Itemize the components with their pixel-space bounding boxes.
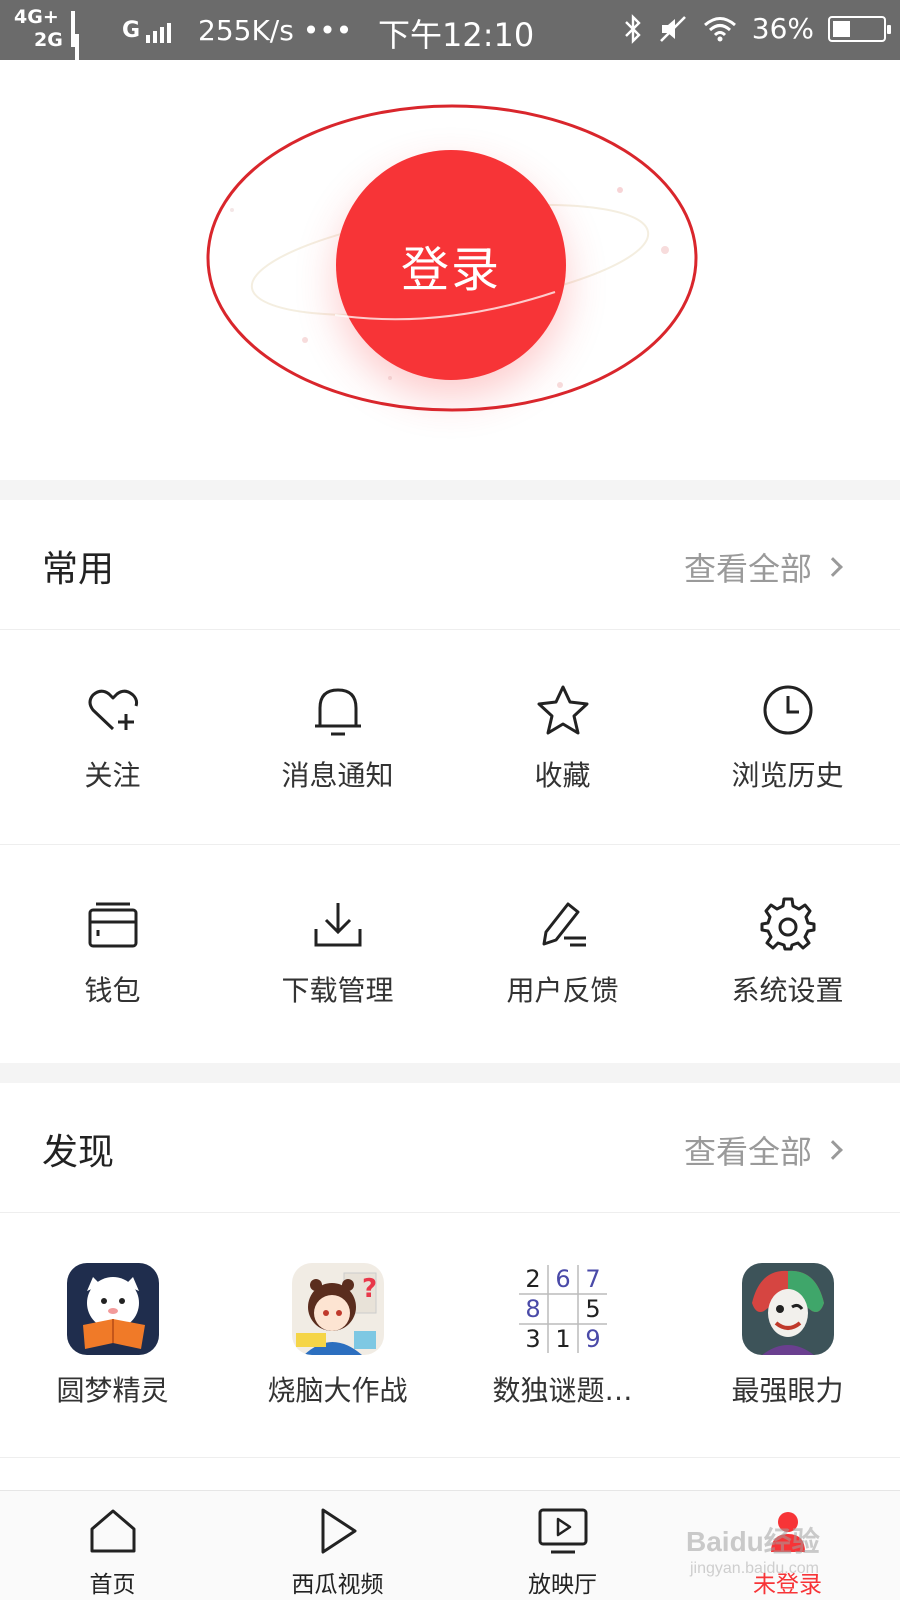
nav-label: 西瓜视频: [291, 1572, 384, 1598]
app-label: 最强眼力: [731, 1374, 844, 1407]
nav-label: 首页: [89, 1572, 136, 1598]
discover-app-dream-sprite[interactable]: 圆梦精灵: [0, 1213, 225, 1457]
clock-icon: [758, 680, 818, 740]
view-all-common[interactable]: 查看全部: [684, 544, 848, 590]
view-all-label: 查看全部: [683, 1133, 812, 1171]
network-type-secondary: 2G: [34, 29, 63, 51]
download-icon: [308, 895, 368, 955]
app-label: 圆梦精灵: [56, 1374, 169, 1407]
network-indicator: 4G+ 2G: [14, 6, 80, 88]
pen-icon: [533, 895, 593, 955]
sudoku-digit: 7: [585, 1265, 600, 1293]
common-item-history[interactable]: 浏览历史: [675, 630, 900, 844]
sudoku-digit: 6: [555, 1265, 570, 1293]
section-title-common: 常用: [42, 549, 115, 590]
discover-app-sudoku[interactable]: 267 8 5 319 数独谜题…: [450, 1213, 675, 1457]
watermark: Baidu经验: [686, 1526, 820, 1557]
play-icon: [312, 1505, 364, 1557]
common-section-header: 常用 查看全部: [0, 500, 900, 630]
app-label: 烧脑大作战: [267, 1374, 408, 1407]
common-item-label: 用户反馈: [506, 974, 619, 1007]
sudoku-digit: 2: [525, 1265, 540, 1293]
g-signal: G: [122, 18, 172, 43]
signal-icon: [71, 11, 76, 47]
nav-label: 放映厅: [528, 1572, 597, 1598]
tv-play-icon: [537, 1505, 589, 1557]
section-divider: [0, 1063, 900, 1083]
battery-percent: 36%: [751, 12, 814, 45]
chevron-right-icon: [823, 557, 843, 577]
mute-icon: [659, 15, 686, 42]
nav-theater[interactable]: 放映厅: [450, 1491, 675, 1600]
wifi-icon: [703, 16, 736, 41]
dream-sprite-app-icon: [66, 1263, 159, 1355]
common-item-label: 浏览历史: [731, 759, 844, 792]
sudoku-app-icon: 267 8 5 319: [516, 1263, 609, 1355]
discover-section-header: 发现 查看全部: [0, 1083, 900, 1213]
common-item-label: 钱包: [84, 974, 141, 1007]
heart-plus-icon: [83, 680, 143, 740]
status-bar: 4G+ 2G G 255K/s ••• 下午12:10 36%: [0, 0, 900, 88]
common-item-wallet[interactable]: 钱包: [0, 845, 225, 1060]
common-row-1: 关注 消息通知 收藏 浏览历史: [0, 630, 900, 845]
view-all-label: 查看全部: [683, 550, 812, 588]
wallet-icon: [83, 895, 143, 955]
network-type-primary: 4G+: [14, 6, 59, 28]
sharp-eye-app-icon: [741, 1263, 834, 1355]
battery-icon: [828, 15, 891, 42]
watermark-url: jingyan.baidu.com: [690, 1560, 819, 1577]
common-item-label: 系统设置: [731, 974, 844, 1007]
nav-home[interactable]: 首页: [0, 1491, 225, 1600]
signal-icon: [146, 23, 172, 43]
gear-icon: [758, 895, 818, 955]
annotation-circle: [206, 104, 698, 412]
g-label: G: [122, 18, 141, 43]
star-icon: [533, 680, 593, 740]
common-row-2: 钱包 下载管理 用户反馈 系统设置: [0, 845, 900, 1060]
common-item-feedback[interactable]: 用户反馈: [450, 845, 675, 1060]
login-hero: 登录: [0, 60, 900, 480]
section-title-discover: 发现: [42, 1132, 115, 1173]
discover-app-sharp-eye[interactable]: 最强眼力: [675, 1213, 900, 1457]
common-item-follow[interactable]: 关注: [0, 630, 225, 844]
discover-apps: 圆梦精灵 ? 烧脑大作战 267 8 5 319 数独谜题… 最强眼力: [0, 1213, 900, 1458]
sudoku-digit: 3: [525, 1325, 540, 1353]
common-item-label: 关注: [84, 759, 141, 792]
view-all-discover[interactable]: 查看全部: [684, 1127, 848, 1173]
common-item-favorites[interactable]: 收藏: [450, 630, 675, 844]
common-item-label: 下载管理: [281, 974, 394, 1007]
signal-icon: [75, 34, 80, 88]
common-item-downloads[interactable]: 下载管理: [225, 845, 450, 1060]
sudoku-digit: 8: [525, 1295, 540, 1323]
home-icon: [87, 1505, 139, 1557]
bluetooth-icon: [624, 13, 641, 44]
clock: 下午12:10: [378, 16, 535, 54]
discover-app-brain-battle[interactable]: ? 烧脑大作战: [225, 1213, 450, 1457]
section-divider: [0, 480, 900, 500]
common-item-notifications[interactable]: 消息通知: [225, 630, 450, 844]
brain-battle-app-icon: ?: [291, 1263, 384, 1355]
svg-text:?: ?: [362, 1274, 377, 1304]
nav-xigua-video[interactable]: 西瓜视频: [225, 1491, 450, 1600]
chevron-right-icon: [823, 1140, 843, 1160]
sudoku-digit: 9: [585, 1325, 600, 1353]
common-item-label: 收藏: [534, 759, 591, 792]
common-item-settings[interactable]: 系统设置: [675, 845, 900, 1060]
common-item-label: 消息通知: [281, 759, 394, 792]
network-speed: 255K/s •••: [198, 14, 353, 47]
sudoku-digit: 1: [555, 1325, 570, 1353]
bell-icon: [308, 680, 368, 740]
orbit-front: [206, 104, 698, 412]
app-label: 数独谜题…: [492, 1374, 633, 1407]
sudoku-digit: 5: [585, 1295, 600, 1323]
